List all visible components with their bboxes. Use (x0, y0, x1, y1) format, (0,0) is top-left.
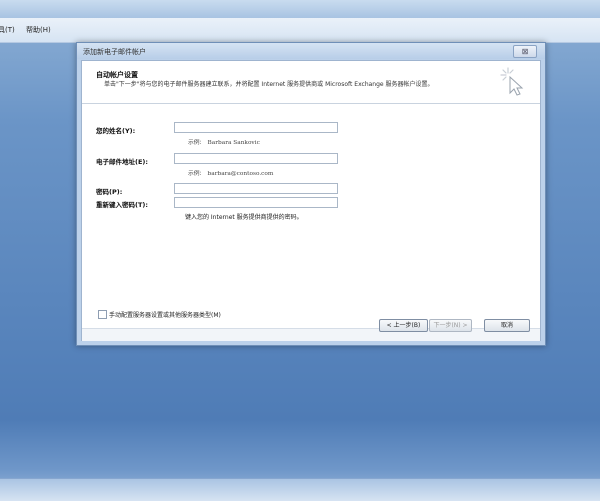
name-example-prefix: 示例: (188, 140, 202, 146)
name-example-value: Barbara Sankovic (207, 140, 260, 146)
menu-bar: 具(T) 帮助(H) (0, 18, 600, 43)
dialog-title-bar: 添加新电子邮件帐户 ⊠ (77, 43, 545, 59)
header-description: 单击"下一步"将与您的电子邮件服务器建立联系，并将配置 Internet 服务提… (104, 81, 434, 88)
password-retype-label: 重新键入密码(T): (96, 201, 148, 209)
dialog-title: 添加新电子邮件帐户 (83, 48, 146, 56)
menu-help[interactable]: 帮助(H) (26, 25, 51, 35)
name-example: 示例: Barbara Sankovic (188, 137, 260, 146)
email-example: 示例: barbara@contoso.com (188, 168, 273, 177)
password-hint: 键入您的 Internet 服务提供商提供的密码。 (185, 214, 303, 221)
next-button[interactable]: 下一步(N) > (429, 319, 472, 332)
cancel-button[interactable]: 取消 (484, 319, 530, 332)
wizard-cursor-icon (500, 67, 524, 96)
close-button[interactable]: ⊠ (513, 45, 537, 58)
add-email-account-dialog: 添加新电子邮件帐户 ⊠ 自动帐户设置 单击"下一步"将与您的电子邮件服务器建立联… (76, 42, 546, 346)
menu-tools[interactable]: 具(T) (0, 25, 15, 35)
email-input[interactable] (174, 153, 338, 164)
manual-setup-checkbox[interactable] (98, 310, 107, 319)
password-retype-input[interactable] (174, 197, 338, 208)
window-title-bar (0, 0, 600, 19)
back-button[interactable]: < 上一步(B) (379, 319, 428, 332)
dialog-header: 自动帐户设置 单击"下一步"将与您的电子邮件服务器建立联系，并将配置 Inter… (82, 61, 540, 104)
password-label: 密码(P): (96, 188, 123, 196)
password-input[interactable] (174, 183, 338, 194)
name-input[interactable] (174, 122, 338, 133)
status-band (0, 478, 600, 501)
header-title: 自动帐户设置 (96, 71, 138, 79)
email-example-value: barbara@contoso.com (207, 171, 274, 177)
email-example-prefix: 示例: (188, 171, 202, 177)
dialog-body: 自动帐户设置 单击"下一步"将与您的电子邮件服务器建立联系，并将配置 Inter… (81, 60, 541, 341)
name-label: 您的姓名(Y): (96, 127, 136, 135)
email-label: 电子邮件地址(E): (96, 158, 148, 166)
manual-setup-label[interactable]: 手动配置服务器设置或其他服务器类型(M) (109, 310, 221, 319)
